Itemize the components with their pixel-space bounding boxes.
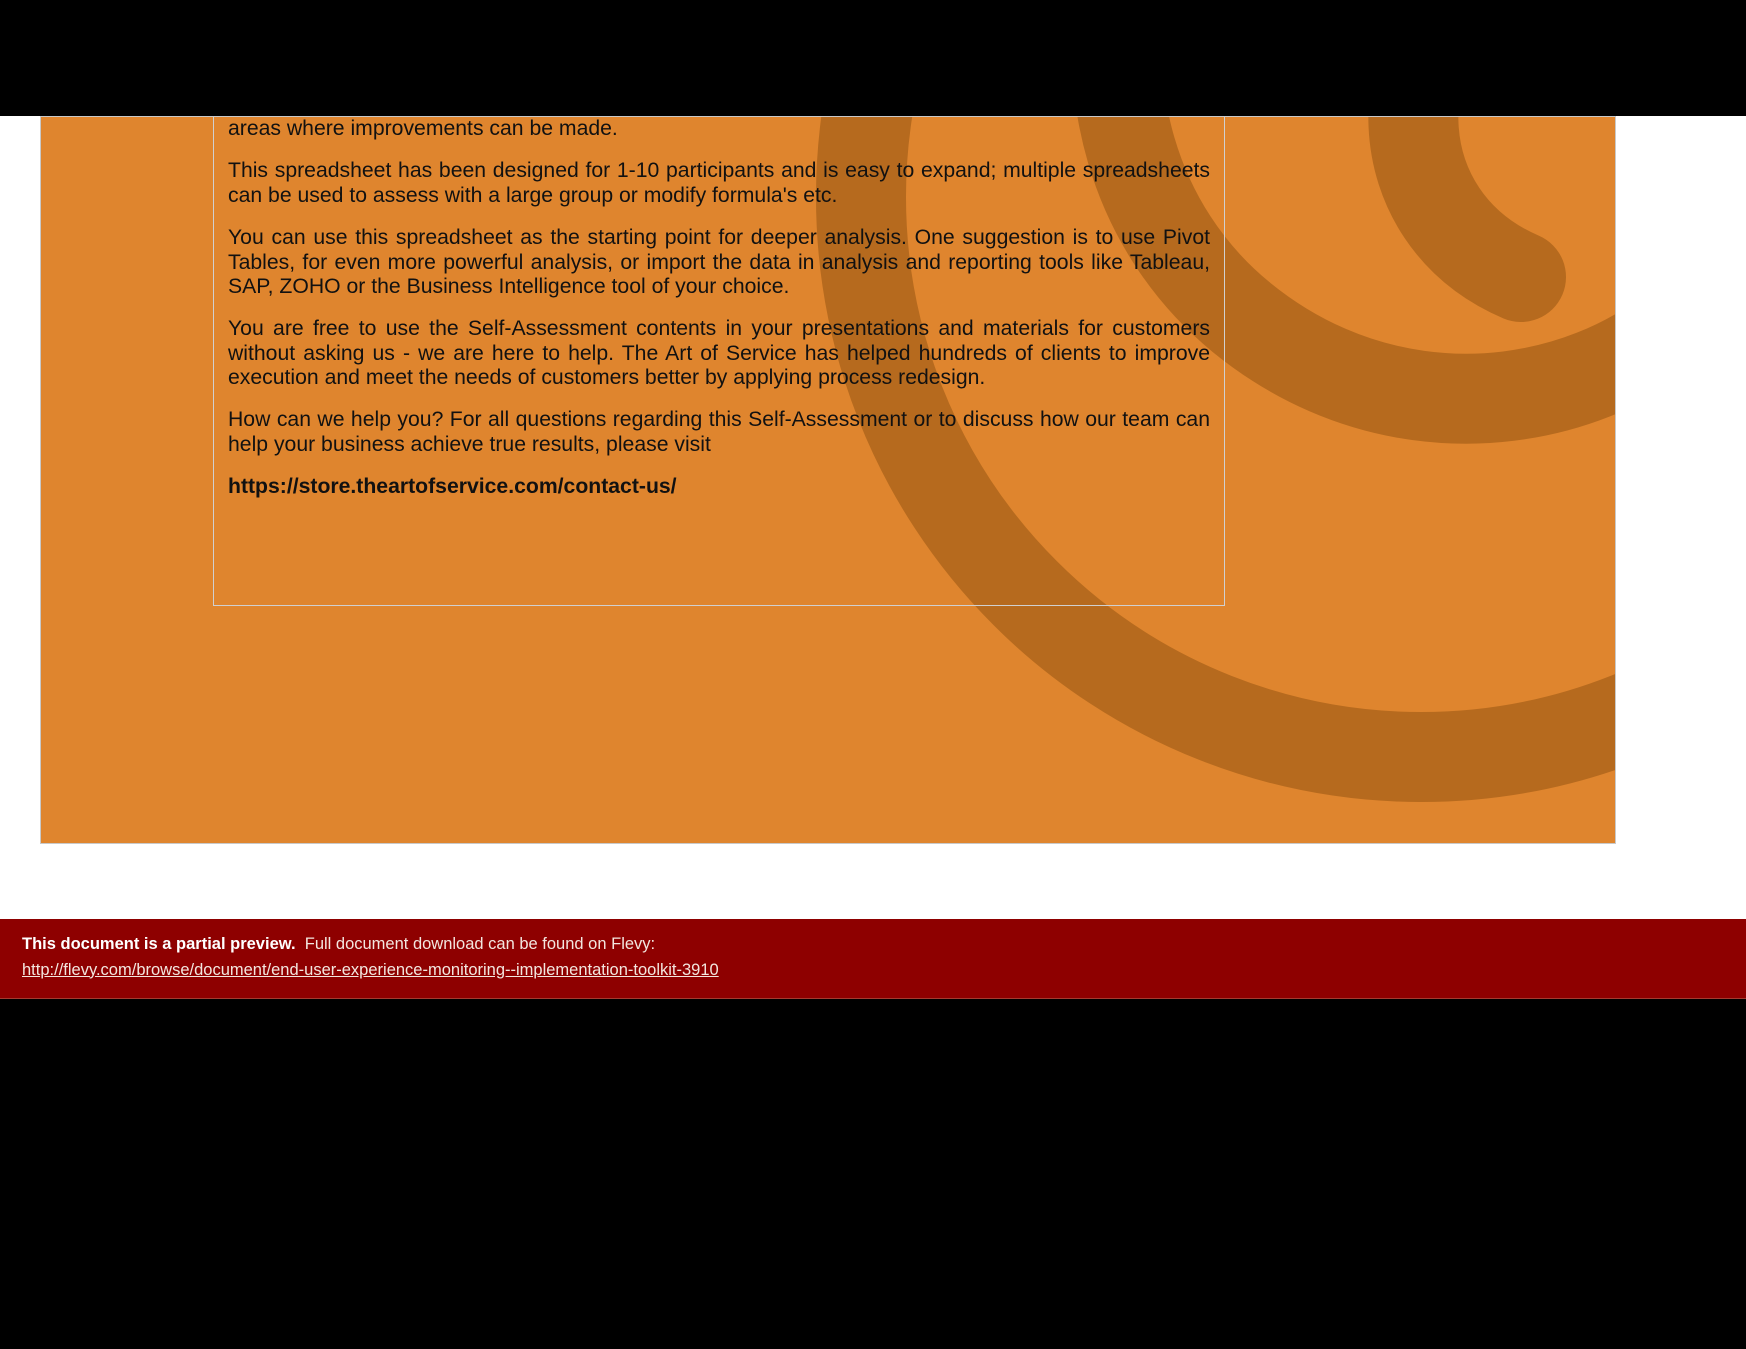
body-text-box: areas where improvements can be made. Th… (213, 117, 1225, 606)
body-paragraph-4: You are free to use the Self-Assessment … (228, 317, 1210, 390)
preview-link[interactable]: http://flevy.com/browse/document/end-use… (22, 961, 719, 979)
preview-rest: Full document download can be found on F… (305, 935, 655, 953)
preview-notice-bar: This document is a partial preview. Full… (0, 919, 1746, 999)
slide-canvas: areas where improvements can be made. Th… (40, 116, 1616, 844)
body-paragraph-5: How can we help you? For all questions r… (228, 408, 1210, 457)
body-paragraph-3: You can use this spreadsheet as the star… (228, 226, 1210, 299)
body-paragraph-2: This spreadsheet has been designed for 1… (228, 159, 1210, 208)
preview-lead: This document is a partial preview. (22, 935, 296, 953)
body-paragraph-1: areas where improvements can be made. (228, 117, 1210, 141)
page-white-area: areas where improvements can be made. Th… (0, 116, 1746, 919)
contact-url: https://store.theartofservice.com/contac… (228, 475, 1210, 499)
